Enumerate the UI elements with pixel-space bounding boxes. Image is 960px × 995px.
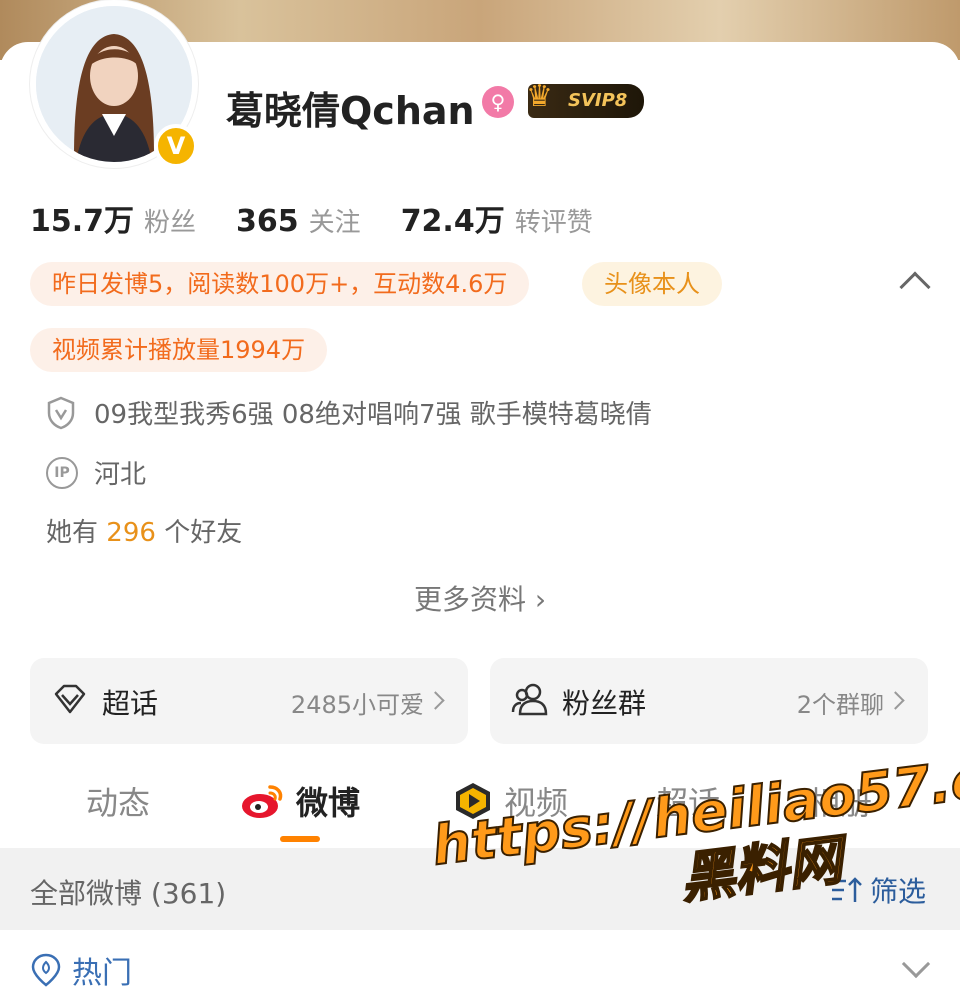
stat-label: 关注 [308,208,361,238]
friends-row[interactable]: 她有 296 个好友 [46,512,242,549]
weibo-logo-icon [242,785,283,818]
profile-stats: 15.7万 粉丝 365 关注 72.4万 转评赞 [30,196,633,240]
chevron-right-icon [426,691,445,710]
stat-value: 15.7万 [30,204,135,239]
tab-dynamics[interactable]: 动态 [86,778,150,824]
hot-label: 热门 [72,956,132,991]
chevron-right-icon [886,691,905,710]
supertopic-card[interactable]: 超话 2485小可爱 [30,658,468,744]
friends-count: 296 [106,518,156,548]
location-pin-icon [31,953,61,987]
tab-weibo[interactable]: 微博 [240,778,360,824]
avatar-real-badge[interactable]: 头像本人 [582,262,722,306]
all-posts-label[interactable]: 全部微博 (361) [30,872,226,912]
profile-name: 葛晓倩Qchan [226,89,475,133]
supertopic-title: 超话 [102,687,159,720]
activity-badge[interactable]: 昨日发博5，阅读数100万+，互动数4.6万 [30,262,530,306]
location-text: 河北 [94,460,147,490]
diamond-icon [54,684,86,714]
female-gender-icon: ♀ [482,86,514,118]
verified-badge-icon: V [154,124,198,168]
active-tab-indicator [280,836,320,842]
stat-followers[interactable]: 15.7万 粉丝 [30,196,196,240]
friends-suffix: 个好友 [164,518,243,548]
supertopic-count: 2485小可爱 [290,691,424,719]
friends-prefix: 她有 [46,518,99,548]
ip-location-icon: IP [46,456,78,489]
tab-label: 微博 [296,784,361,822]
crown-icon: ♛ [526,79,553,114]
bio-row: 09我型我秀6强 08绝对唱响7强 歌手模特葛晓倩 [46,394,652,431]
location-row: IP 河北 [46,454,146,491]
group-icon [511,683,548,716]
stat-value: 365 [236,204,299,239]
shield-icon [47,396,75,429]
stat-interactions[interactable]: 72.4万 转评赞 [401,196,593,240]
stat-following[interactable]: 365 关注 [236,202,361,239]
stat-label: 转评赞 [514,208,593,238]
fangroup-card[interactable]: 粉丝群 2个群聊 [490,658,928,744]
fangroup-count: 2个群聊 [796,691,884,719]
video-plays-badge[interactable]: 视频累计播放量1994万 [30,328,328,372]
stat-label: 粉丝 [144,208,197,238]
stat-value: 72.4万 [400,204,505,239]
hot-sort-row[interactable]: 热门 [30,948,132,992]
fangroup-title: 粉丝群 [562,687,647,720]
more-info-link[interactable]: 更多资料 › [0,578,960,618]
tab-label: 动态 [86,784,151,822]
bio-text: 09我型我秀6强 08绝对唱响7强 歌手模特葛晓倩 [94,400,652,430]
